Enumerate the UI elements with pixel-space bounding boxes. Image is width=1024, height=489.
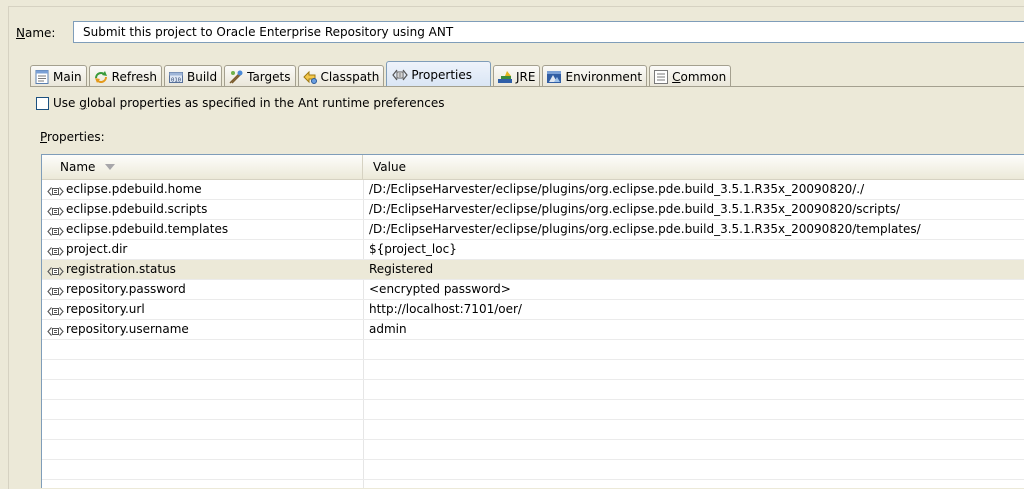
properties-label: Properties: xyxy=(40,130,105,144)
tab-label: Classpath xyxy=(320,69,380,84)
name-label: Name: xyxy=(16,26,56,40)
table-body: eclipse.pdebuild.home/D:/EclipseHarveste… xyxy=(42,180,1024,480)
empty-table-row xyxy=(42,420,1024,440)
properties-table: Name Value eclipse.pdebuild.home/D:/Ecli… xyxy=(41,154,1024,488)
sort-down-icon xyxy=(105,164,116,170)
tab-main[interactable]: Main xyxy=(30,65,87,87)
property-icon xyxy=(47,204,64,216)
name-input[interactable]: Submit this project to Oracle Enterprise… xyxy=(73,21,1024,43)
empty-table-row xyxy=(42,400,1024,420)
tab-divider xyxy=(30,86,1024,87)
tab-common[interactable]: Common xyxy=(649,65,732,87)
tab-build[interactable]: 010 Build xyxy=(163,65,223,87)
classpath-icon xyxy=(302,69,318,85)
property-name-cell: eclipse.pdebuild.home xyxy=(47,180,361,199)
empty-table-row xyxy=(42,340,1024,360)
properties-icon xyxy=(392,67,409,83)
table-row[interactable]: project.dir ${project_loc} xyxy=(42,240,1024,260)
common-icon xyxy=(653,69,669,85)
property-name-cell: project.dir xyxy=(47,240,361,259)
refresh-icon xyxy=(93,69,109,85)
property-name-cell: registration.status xyxy=(47,260,361,279)
use-global-properties-checkbox[interactable] xyxy=(36,96,49,110)
empty-table-row xyxy=(42,440,1024,460)
environment-icon xyxy=(546,69,562,85)
property-icon xyxy=(47,324,64,336)
empty-table-row xyxy=(42,460,1024,480)
property-value-cell: ${project_loc} xyxy=(369,242,457,256)
tab-label: Properties xyxy=(411,67,473,82)
table-row[interactable]: registration.status Registered xyxy=(42,260,1024,280)
empty-table-row xyxy=(42,380,1024,400)
table-row[interactable]: eclipse.pdebuild.home/D:/EclipseHarveste… xyxy=(42,180,1024,200)
property-icon xyxy=(47,284,64,296)
column-header-value[interactable]: Value xyxy=(363,155,1024,179)
property-icon xyxy=(47,264,64,276)
table-row[interactable]: eclipse.pdebuild.templates/D:/EclipseHar… xyxy=(42,220,1024,240)
property-value-cell: /D:/EclipseHarvester/eclipse/plugins/org… xyxy=(369,222,921,236)
tab-label: Main xyxy=(53,69,82,84)
tab-bar: Main Refresh 010 Build Targets Classpath Prope… xyxy=(30,61,733,87)
property-icon xyxy=(47,224,64,236)
table-row[interactable]: repository.password <encrypted password> xyxy=(42,280,1024,300)
property-name-cell: repository.url xyxy=(47,300,361,319)
property-value-cell: admin xyxy=(369,322,407,336)
property-icon xyxy=(47,184,64,196)
table-row[interactable]: repository.url http://localhost:7101/oer/ xyxy=(42,300,1024,320)
property-icon xyxy=(47,244,64,256)
property-icon xyxy=(47,304,64,316)
tab-label: JRE xyxy=(516,69,536,84)
tab-jre[interactable]: JRE xyxy=(493,65,541,87)
table-row[interactable]: eclipse.pdebuild.scripts/D:/EclipseHarve… xyxy=(42,200,1024,220)
property-name-cell: repository.username xyxy=(47,320,361,339)
property-value-cell: <encrypted password> xyxy=(369,282,511,296)
tab-properties[interactable]: Properties xyxy=(386,61,492,87)
main-icon xyxy=(34,69,50,85)
table-row[interactable]: repository.username admin xyxy=(42,320,1024,340)
table-header: Name Value xyxy=(42,155,1024,180)
property-value-cell: /D:/EclipseHarvester/eclipse/plugins/org… xyxy=(369,182,865,196)
column-header-name[interactable]: Name xyxy=(42,155,363,179)
use-global-properties-label: Use global properties as specified in th… xyxy=(53,96,445,110)
tab-targets[interactable]: Targets xyxy=(224,65,296,87)
property-name-cell: eclipse.pdebuild.scripts xyxy=(47,200,361,219)
name-row: Name: xyxy=(16,21,62,45)
tab-environment[interactable]: Environment xyxy=(542,65,648,87)
svg-text:010: 010 xyxy=(171,77,181,83)
property-value-cell: http://localhost:7101/oer/ xyxy=(369,302,522,316)
build-icon: 010 xyxy=(168,69,184,85)
jre-icon xyxy=(497,69,513,85)
property-name-cell: repository.password xyxy=(47,280,361,299)
empty-table-row xyxy=(42,360,1024,380)
tab-classpath[interactable]: Classpath xyxy=(297,65,385,87)
tab-refresh[interactable]: Refresh xyxy=(88,65,162,87)
tab-label: Common xyxy=(672,69,727,84)
tab-label: Refresh xyxy=(111,69,157,84)
use-global-properties-option[interactable]: Use global properties as specified in th… xyxy=(36,96,445,110)
property-value-cell: Registered xyxy=(369,262,434,276)
tab-label: Build xyxy=(186,69,218,84)
property-name-cell: eclipse.pdebuild.templates xyxy=(47,220,361,239)
tab-label: Environment xyxy=(565,69,643,84)
property-value-cell: /D:/EclipseHarvester/eclipse/plugins/org… xyxy=(369,202,900,216)
tab-label: Targets xyxy=(247,69,291,84)
targets-icon xyxy=(228,69,244,85)
